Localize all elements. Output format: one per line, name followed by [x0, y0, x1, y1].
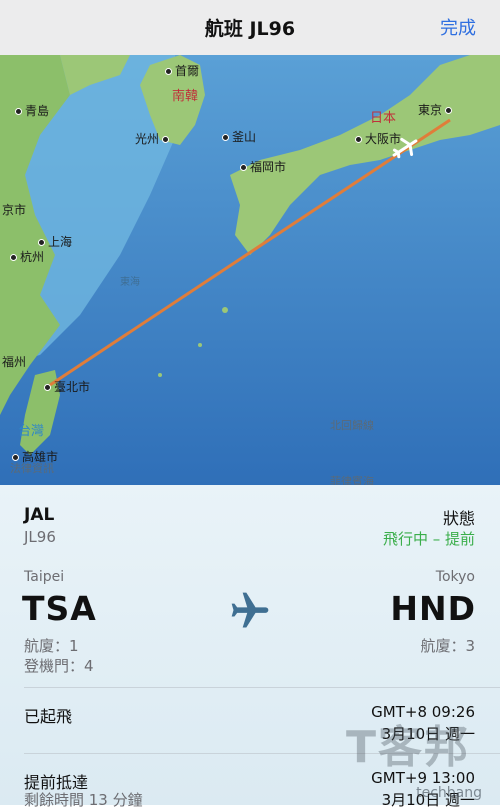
flight-number: JL96 [24, 528, 56, 546]
page-title: 航班 JL96 [204, 18, 296, 40]
divider [24, 687, 500, 688]
map-label-south-korea: 南韓 [172, 89, 199, 104]
status-label: 狀態 [442, 509, 475, 528]
map-label-fukuoka: 福岡市 [240, 158, 286, 175]
map-label-busan: 釜山 [222, 128, 256, 145]
origin-gate: 登機門：4 [24, 657, 94, 675]
map-canvas [0, 55, 500, 485]
map-label-hangzhou: 杭州 [10, 248, 44, 265]
origin-terminal: 航廈：1 [24, 637, 79, 655]
destination-terminal: 航廈：3 [420, 637, 475, 655]
map-label-philippine-sea: 菲律賓海 [330, 475, 374, 485]
map-label-japan: 日本 [370, 111, 397, 126]
flight-map[interactable]: 首爾 南韓 青島 光州 釜山 福岡市 日本 東京 大阪市 京市 上海 杭州 東海… [0, 55, 500, 485]
done-button[interactable]: 完成 [440, 14, 476, 40]
arrival-remaining: 剩餘時間 13 分鐘 [24, 791, 143, 809]
map-label-fuzhou: 福州 [2, 355, 27, 369]
airline-name: JAL [24, 505, 55, 525]
map-label-tokyo: 東京 [418, 101, 455, 118]
map-label-taipei: 臺北市 [44, 378, 90, 395]
origin-code: TSA [22, 589, 97, 628]
destination-city: Tokyo [435, 569, 475, 585]
nav-bar: 航班 JL96 完成 [0, 0, 500, 56]
origin-city: Taipei [24, 569, 65, 585]
watermark-logo: T客邦 techbang [346, 722, 482, 801]
flight-info-panel: JAL JL96 狀態 飛行中 – 提前 Taipei TSA 航廈：1 登機門… [0, 485, 500, 809]
map-label-taiwan: 台灣 [18, 424, 45, 439]
map-label-gwangju: 光州 [135, 130, 172, 147]
map-label-beijing: 京市 [2, 203, 27, 217]
map-label-qingdao: 青島 [15, 102, 49, 119]
map-label-tropic: 北回歸線 [330, 419, 374, 432]
map-label-east-sea: 東海 [120, 277, 140, 288]
departure-label: 已起飛 [24, 707, 73, 726]
map-label-seoul: 首爾 [165, 62, 199, 79]
map-label-osaka: 大阪市 [355, 130, 401, 147]
map-legal-link[interactable]: 法律資訊 [10, 460, 54, 476]
status-value: 飛行中 – 提前 [382, 530, 475, 548]
airplane-icon [228, 589, 272, 633]
destination-code: HND [390, 589, 476, 628]
